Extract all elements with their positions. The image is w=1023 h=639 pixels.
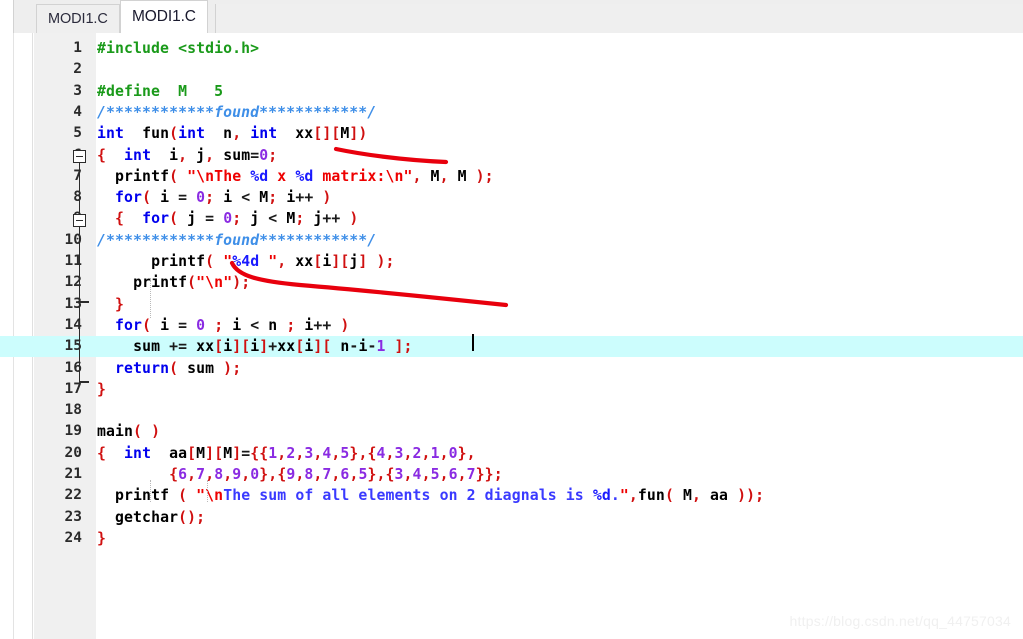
code-surface[interactable]: 1 #include <stdio.h> 2 3 #define M 5 4/******… xyxy=(0,33,1023,639)
tab-modi1c-inactive[interactable]: MODI1.C xyxy=(36,4,120,33)
fold-collapse-icon-line9[interactable] xyxy=(73,214,86,227)
tab-bar: MODI1.C MODI1.C xyxy=(0,0,1023,33)
fold-collapse-icon-line6[interactable] xyxy=(73,150,86,163)
line-text[interactable]: #include <stdio.h> xyxy=(97,38,259,59)
code-line-4[interactable]: 4/************found************/ xyxy=(0,102,1023,123)
line-text[interactable]: } xyxy=(97,379,106,400)
indent-guide-1 xyxy=(150,278,152,318)
line-text[interactable]: #define M 5 xyxy=(97,81,223,102)
code-line-8[interactable]: 8 for( i = 0; i < M; i++ ) xyxy=(0,187,1023,208)
code-line-16[interactable]: 16 return( sum ); xyxy=(0,358,1023,379)
line-text[interactable]: /************found************/ xyxy=(97,102,376,123)
code-line-6[interactable]: 6{ int i, j, sum=0; xyxy=(0,145,1023,166)
code-line-9[interactable]: 9 { for( j = 0; j < M; j++ ) xyxy=(0,208,1023,229)
code-line-21[interactable]: 21 {6,7,8,9,0},{9,8,7,6,5},{3,4,5,6,7}}; xyxy=(0,464,1023,485)
code-folding-markers[interactable] xyxy=(0,33,96,639)
tab-label: MODI1.C xyxy=(48,11,108,27)
code-editor[interactable]: 1 #include <stdio.h> 2 3 #define M 5 4/******… xyxy=(0,33,1023,639)
line-text[interactable]: {6,7,8,9,0},{9,8,7,6,5},{3,4,5,6,7}}; xyxy=(97,464,503,485)
line-text[interactable]: for( i = 0; i < M; i++ ) xyxy=(97,187,331,208)
code-line-23[interactable]: 23 getchar(); xyxy=(0,507,1023,528)
line-text[interactable]: getchar(); xyxy=(97,507,205,528)
watermark-text: https://blog.csdn.net/qq_44757034 xyxy=(789,613,1011,629)
line-text[interactable]: main( ) xyxy=(97,421,160,442)
code-line-12[interactable]: 12 printf("\n"); xyxy=(0,272,1023,293)
line-text[interactable]: return( sum ); xyxy=(97,358,241,379)
line-text[interactable]: sum += xx[i][i]+xx[i][ n-i-1 ]; xyxy=(97,336,413,357)
line-text[interactable]: printf("\n"); xyxy=(97,272,250,293)
tab-label: MODI1.C xyxy=(132,8,196,25)
tab-bar-filler xyxy=(215,4,1023,33)
tab-bar-left-stub xyxy=(0,0,14,33)
code-line-5[interactable]: 5 int fun(int n, int xx[][M]) xyxy=(0,123,1023,144)
line-text[interactable]: } xyxy=(97,294,124,315)
code-line-2[interactable]: 2 xyxy=(0,59,1023,80)
line-text[interactable]: printf( "%4d ", xx[i][j] ); xyxy=(97,251,394,272)
fold-end-tick-line17 xyxy=(78,381,89,383)
code-line-11[interactable]: 11 printf( "%4d ", xx[i][j] ); xyxy=(0,251,1023,272)
line-text[interactable]: /************found************/ xyxy=(97,230,376,251)
line-text[interactable]: printf( "\nThe %d x %d matrix:\n", M, M … xyxy=(97,166,494,187)
code-line-18[interactable]: 18 xyxy=(0,400,1023,421)
indent-guide-3 xyxy=(207,480,209,502)
code-line-3[interactable]: 3 #define M 5 xyxy=(0,81,1023,102)
code-line-7[interactable]: 7 printf( "\nThe %d x %d matrix:\n", M, … xyxy=(0,166,1023,187)
code-line-17[interactable]: 17} xyxy=(0,379,1023,400)
fold-end-tick-line13 xyxy=(78,301,89,303)
line-text[interactable]: { int aa[M][M]={{1,2,3,4,5},{4,3,2,1,0}, xyxy=(97,443,476,464)
line-text[interactable]: { int i, j, sum=0; xyxy=(97,145,277,166)
line-text[interactable]: { for( j = 0; j < M; j++ ) xyxy=(97,208,358,229)
line-text[interactable]: } xyxy=(97,528,106,549)
text-cursor-caret xyxy=(472,334,474,351)
fold-guide-line-1 xyxy=(78,163,81,217)
code-line-10[interactable]: 10/************found************/ xyxy=(0,230,1023,251)
code-line-1[interactable]: 1 #include <stdio.h> xyxy=(0,38,1023,59)
fold-guide-line-2 xyxy=(78,227,81,382)
code-line-19[interactable]: 19 main( ) xyxy=(0,421,1023,442)
line-text[interactable]: printf ( "\nThe sum of all elements on 2… xyxy=(97,485,764,506)
indent-guide-2 xyxy=(150,480,152,502)
line-text[interactable]: int fun(int n, int xx[][M]) xyxy=(97,123,367,144)
code-line-24[interactable]: 24} xyxy=(0,528,1023,549)
code-line-14[interactable]: 14 for( i = 0 ; i < n ; i++ ) xyxy=(0,315,1023,336)
code-line-22[interactable]: 22 printf ( "\nThe sum of all elements o… xyxy=(0,485,1023,506)
line-text[interactable]: for( i = 0 ; i < n ; i++ ) xyxy=(97,315,349,336)
code-line-13[interactable]: 13 } xyxy=(0,294,1023,315)
tab-modi1c-active[interactable]: MODI1.C xyxy=(120,0,208,33)
code-line-15[interactable]: 15 sum += xx[i][i]+xx[i][ n-i-1 ]; xyxy=(0,336,1023,358)
code-line-20[interactable]: 20{ int aa[M][M]={{1,2,3,4,5},{4,3,2,1,0… xyxy=(0,443,1023,464)
